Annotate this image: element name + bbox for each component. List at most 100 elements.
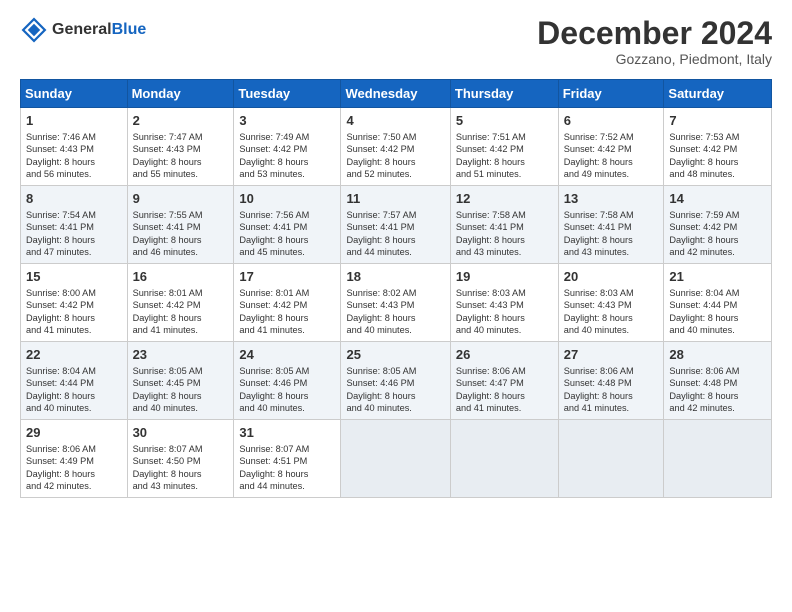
calendar-cell xyxy=(450,420,558,498)
day-info: Sunrise: 8:05 AM Sunset: 4:46 PM Dayligh… xyxy=(346,365,444,415)
day-number: 13 xyxy=(564,190,659,208)
calendar-cell: 11Sunrise: 7:57 AM Sunset: 4:41 PM Dayli… xyxy=(341,186,450,264)
calendar-cell: 13Sunrise: 7:58 AM Sunset: 4:41 PM Dayli… xyxy=(558,186,664,264)
calendar-cell: 16Sunrise: 8:01 AM Sunset: 4:42 PM Dayli… xyxy=(127,264,234,342)
day-number: 25 xyxy=(346,346,444,364)
day-info: Sunrise: 7:58 AM Sunset: 4:41 PM Dayligh… xyxy=(456,209,553,259)
week-row-2: 8Sunrise: 7:54 AM Sunset: 4:41 PM Daylig… xyxy=(21,186,772,264)
dow-header-monday: Monday xyxy=(127,80,234,108)
calendar-cell: 8Sunrise: 7:54 AM Sunset: 4:41 PM Daylig… xyxy=(21,186,128,264)
calendar-body: 1Sunrise: 7:46 AM Sunset: 4:43 PM Daylig… xyxy=(21,108,772,498)
month-title: December 2024 xyxy=(537,16,772,51)
calendar-cell xyxy=(341,420,450,498)
day-number: 27 xyxy=(564,346,659,364)
day-number: 19 xyxy=(456,268,553,286)
dow-header-sunday: Sunday xyxy=(21,80,128,108)
day-info: Sunrise: 7:53 AM Sunset: 4:42 PM Dayligh… xyxy=(669,131,766,181)
calendar-cell: 2Sunrise: 7:47 AM Sunset: 4:43 PM Daylig… xyxy=(127,108,234,186)
days-of-week-row: SundayMondayTuesdayWednesdayThursdayFrid… xyxy=(21,80,772,108)
day-number: 3 xyxy=(239,112,335,130)
calendar-cell: 27Sunrise: 8:06 AM Sunset: 4:48 PM Dayli… xyxy=(558,342,664,420)
calendar-cell: 29Sunrise: 8:06 AM Sunset: 4:49 PM Dayli… xyxy=(21,420,128,498)
calendar-cell: 21Sunrise: 8:04 AM Sunset: 4:44 PM Dayli… xyxy=(664,264,772,342)
day-number: 26 xyxy=(456,346,553,364)
day-info: Sunrise: 7:51 AM Sunset: 4:42 PM Dayligh… xyxy=(456,131,553,181)
week-row-3: 15Sunrise: 8:00 AM Sunset: 4:42 PM Dayli… xyxy=(21,264,772,342)
calendar-cell: 20Sunrise: 8:03 AM Sunset: 4:43 PM Dayli… xyxy=(558,264,664,342)
day-info: Sunrise: 8:03 AM Sunset: 4:43 PM Dayligh… xyxy=(456,287,553,337)
calendar-cell: 30Sunrise: 8:07 AM Sunset: 4:50 PM Dayli… xyxy=(127,420,234,498)
day-number: 21 xyxy=(669,268,766,286)
day-number: 9 xyxy=(133,190,229,208)
day-number: 29 xyxy=(26,424,122,442)
day-number: 30 xyxy=(133,424,229,442)
day-info: Sunrise: 7:59 AM Sunset: 4:42 PM Dayligh… xyxy=(669,209,766,259)
calendar-cell: 31Sunrise: 8:07 AM Sunset: 4:51 PM Dayli… xyxy=(234,420,341,498)
calendar-cell: 24Sunrise: 8:05 AM Sunset: 4:46 PM Dayli… xyxy=(234,342,341,420)
day-info: Sunrise: 8:02 AM Sunset: 4:43 PM Dayligh… xyxy=(346,287,444,337)
calendar-cell: 15Sunrise: 8:00 AM Sunset: 4:42 PM Dayli… xyxy=(21,264,128,342)
day-info: Sunrise: 7:47 AM Sunset: 4:43 PM Dayligh… xyxy=(133,131,229,181)
day-info: Sunrise: 7:57 AM Sunset: 4:41 PM Dayligh… xyxy=(346,209,444,259)
day-info: Sunrise: 8:00 AM Sunset: 4:42 PM Dayligh… xyxy=(26,287,122,337)
day-number: 10 xyxy=(239,190,335,208)
calendar-table: SundayMondayTuesdayWednesdayThursdayFrid… xyxy=(20,79,772,498)
day-number: 2 xyxy=(133,112,229,130)
calendar-cell: 9Sunrise: 7:55 AM Sunset: 4:41 PM Daylig… xyxy=(127,186,234,264)
calendar-cell: 4Sunrise: 7:50 AM Sunset: 4:42 PM Daylig… xyxy=(341,108,450,186)
day-info: Sunrise: 7:55 AM Sunset: 4:41 PM Dayligh… xyxy=(133,209,229,259)
calendar-cell: 12Sunrise: 7:58 AM Sunset: 4:41 PM Dayli… xyxy=(450,186,558,264)
calendar-cell xyxy=(558,420,664,498)
calendar-page: GeneralBlue December 2024 Gozzano, Piedm… xyxy=(0,0,792,612)
day-number: 18 xyxy=(346,268,444,286)
day-info: Sunrise: 8:06 AM Sunset: 4:49 PM Dayligh… xyxy=(26,443,122,493)
day-number: 11 xyxy=(346,190,444,208)
calendar-cell: 7Sunrise: 7:53 AM Sunset: 4:42 PM Daylig… xyxy=(664,108,772,186)
day-info: Sunrise: 8:06 AM Sunset: 4:48 PM Dayligh… xyxy=(669,365,766,415)
location-subtitle: Gozzano, Piedmont, Italy xyxy=(537,51,772,67)
calendar-cell: 18Sunrise: 8:02 AM Sunset: 4:43 PM Dayli… xyxy=(341,264,450,342)
dow-header-tuesday: Tuesday xyxy=(234,80,341,108)
day-info: Sunrise: 8:05 AM Sunset: 4:46 PM Dayligh… xyxy=(239,365,335,415)
logo-icon xyxy=(20,16,48,44)
day-number: 8 xyxy=(26,190,122,208)
day-info: Sunrise: 7:49 AM Sunset: 4:42 PM Dayligh… xyxy=(239,131,335,181)
day-info: Sunrise: 7:58 AM Sunset: 4:41 PM Dayligh… xyxy=(564,209,659,259)
day-number: 5 xyxy=(456,112,553,130)
calendar-cell: 19Sunrise: 8:03 AM Sunset: 4:43 PM Dayli… xyxy=(450,264,558,342)
day-info: Sunrise: 7:50 AM Sunset: 4:42 PM Dayligh… xyxy=(346,131,444,181)
calendar-cell: 5Sunrise: 7:51 AM Sunset: 4:42 PM Daylig… xyxy=(450,108,558,186)
day-number: 28 xyxy=(669,346,766,364)
day-number: 7 xyxy=(669,112,766,130)
day-number: 20 xyxy=(564,268,659,286)
day-info: Sunrise: 7:46 AM Sunset: 4:43 PM Dayligh… xyxy=(26,131,122,181)
calendar-cell: 3Sunrise: 7:49 AM Sunset: 4:42 PM Daylig… xyxy=(234,108,341,186)
day-info: Sunrise: 8:01 AM Sunset: 4:42 PM Dayligh… xyxy=(239,287,335,337)
logo-text: GeneralBlue xyxy=(52,21,146,39)
calendar-cell: 22Sunrise: 8:04 AM Sunset: 4:44 PM Dayli… xyxy=(21,342,128,420)
calendar-cell: 28Sunrise: 8:06 AM Sunset: 4:48 PM Dayli… xyxy=(664,342,772,420)
day-number: 17 xyxy=(239,268,335,286)
dow-header-saturday: Saturday xyxy=(664,80,772,108)
day-number: 23 xyxy=(133,346,229,364)
calendar-cell: 1Sunrise: 7:46 AM Sunset: 4:43 PM Daylig… xyxy=(21,108,128,186)
calendar-cell: 14Sunrise: 7:59 AM Sunset: 4:42 PM Dayli… xyxy=(664,186,772,264)
title-block: December 2024 Gozzano, Piedmont, Italy xyxy=(537,16,772,67)
day-number: 24 xyxy=(239,346,335,364)
calendar-cell: 10Sunrise: 7:56 AM Sunset: 4:41 PM Dayli… xyxy=(234,186,341,264)
week-row-1: 1Sunrise: 7:46 AM Sunset: 4:43 PM Daylig… xyxy=(21,108,772,186)
day-number: 16 xyxy=(133,268,229,286)
dow-header-wednesday: Wednesday xyxy=(341,80,450,108)
day-number: 31 xyxy=(239,424,335,442)
calendar-cell: 23Sunrise: 8:05 AM Sunset: 4:45 PM Dayli… xyxy=(127,342,234,420)
day-info: Sunrise: 8:07 AM Sunset: 4:51 PM Dayligh… xyxy=(239,443,335,493)
day-info: Sunrise: 8:01 AM Sunset: 4:42 PM Dayligh… xyxy=(133,287,229,337)
day-info: Sunrise: 7:52 AM Sunset: 4:42 PM Dayligh… xyxy=(564,131,659,181)
day-number: 22 xyxy=(26,346,122,364)
day-info: Sunrise: 7:54 AM Sunset: 4:41 PM Dayligh… xyxy=(26,209,122,259)
day-number: 14 xyxy=(669,190,766,208)
calendar-cell: 26Sunrise: 8:06 AM Sunset: 4:47 PM Dayli… xyxy=(450,342,558,420)
day-number: 1 xyxy=(26,112,122,130)
day-info: Sunrise: 8:03 AM Sunset: 4:43 PM Dayligh… xyxy=(564,287,659,337)
day-info: Sunrise: 8:06 AM Sunset: 4:48 PM Dayligh… xyxy=(564,365,659,415)
